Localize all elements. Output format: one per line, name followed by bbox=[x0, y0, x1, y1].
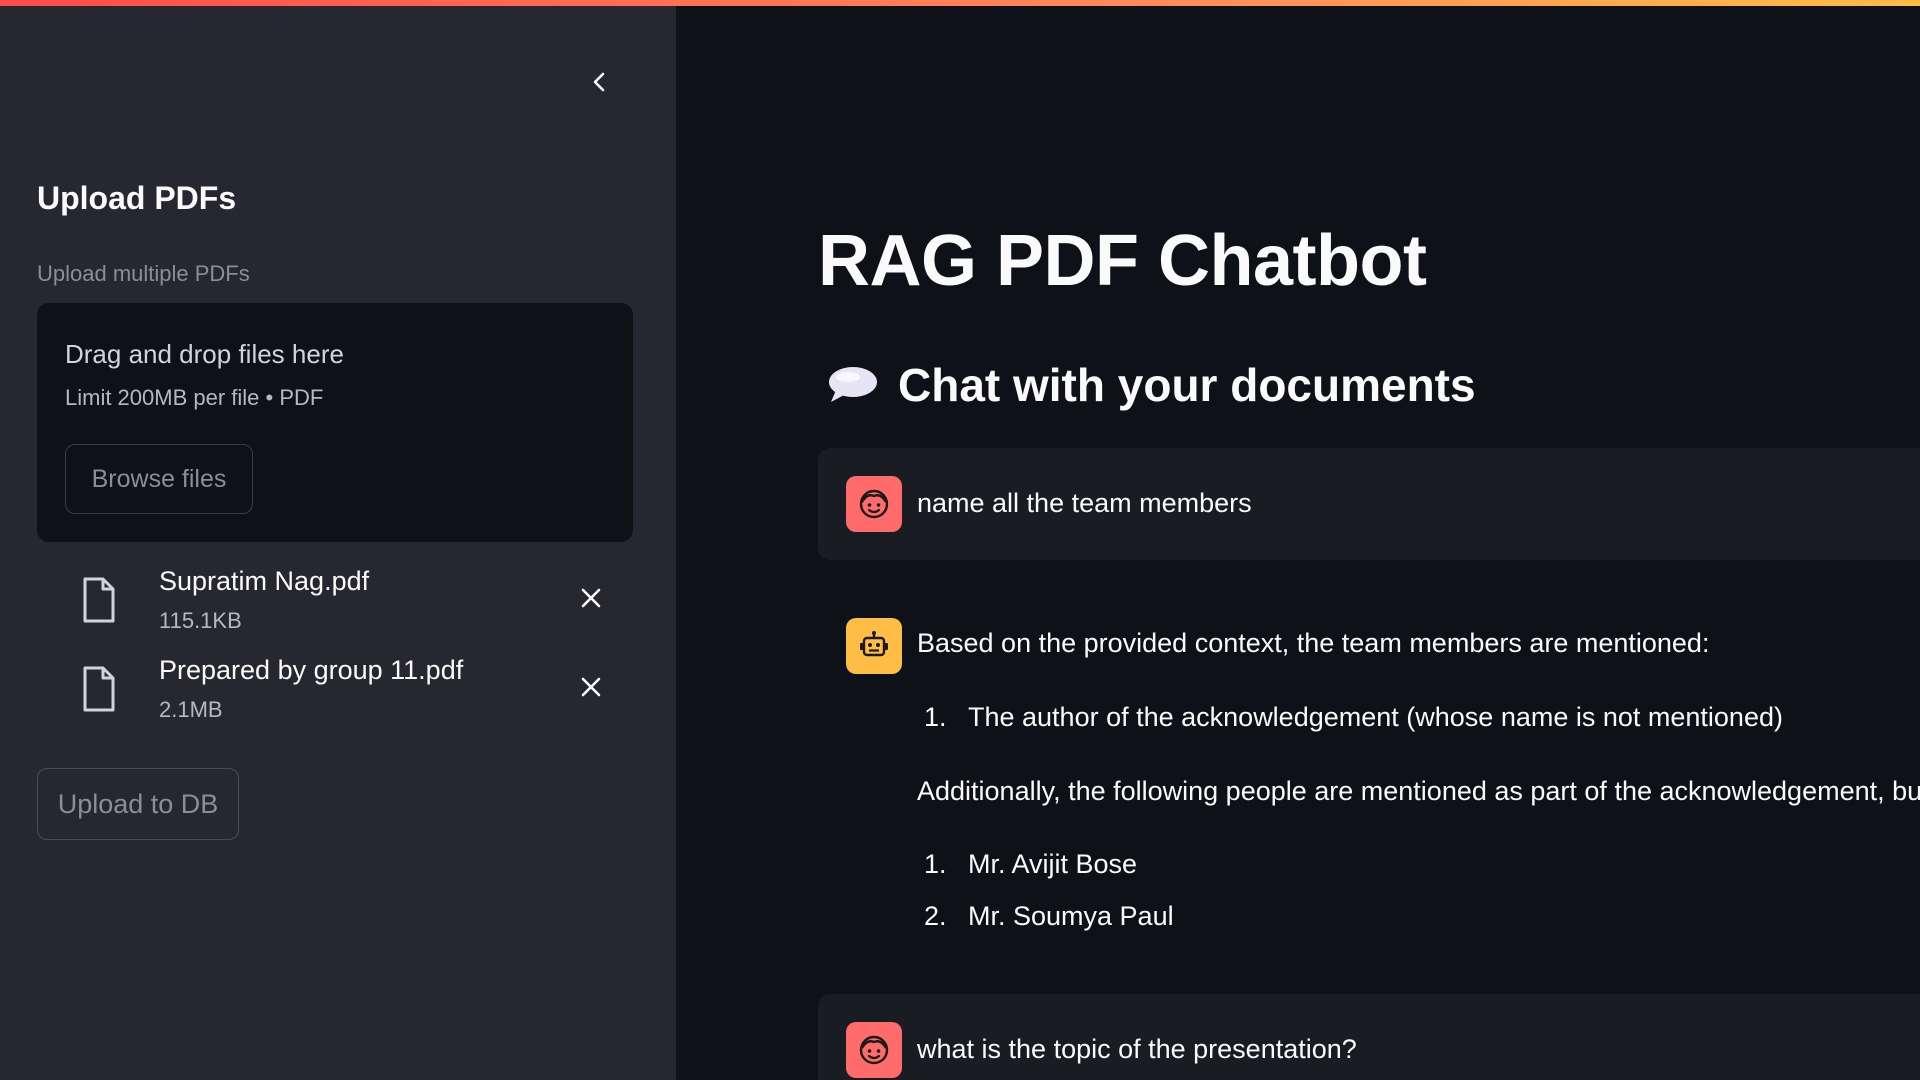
remove-file-button[interactable] bbox=[571, 578, 611, 618]
file-icon bbox=[83, 666, 115, 712]
message-text: name all the team members bbox=[917, 488, 1252, 518]
assistant-intro: Based on the provided context, the team … bbox=[917, 628, 1710, 658]
close-icon bbox=[581, 677, 601, 697]
chat-subheader: Chat with your documents bbox=[826, 358, 1476, 412]
uploaded-file-item: Supratim Nag.pdf 115.1KB bbox=[37, 566, 633, 646]
list-number: 2. bbox=[924, 901, 947, 931]
chat-message-user: what is the topic of the presentation? bbox=[818, 994, 1920, 1080]
file-icon bbox=[83, 577, 115, 623]
collapse-sidebar-button[interactable] bbox=[582, 64, 618, 100]
chat-message-assistant: Based on the provided context, the team … bbox=[818, 590, 1920, 970]
close-icon bbox=[581, 588, 601, 608]
user-face-icon bbox=[859, 489, 889, 519]
file-name: Prepared by group 11.pdf bbox=[159, 655, 464, 685]
file-name: Supratim Nag.pdf bbox=[159, 566, 370, 596]
upload-to-db-button[interactable]: Upload to DB bbox=[37, 768, 239, 840]
chat-message-user: name all the team members bbox=[818, 448, 1920, 560]
list-number: 1. bbox=[924, 849, 947, 879]
chat-subtitle: Chat with your documents bbox=[898, 359, 1476, 411]
user-avatar bbox=[846, 476, 902, 532]
chevron-left-icon bbox=[593, 72, 605, 92]
message-text: what is the topic of the presentation? bbox=[917, 1034, 1357, 1064]
page-title: RAG PDF Chatbot bbox=[818, 221, 1427, 301]
sidebar-heading: Upload PDFs bbox=[37, 180, 237, 216]
remove-file-button[interactable] bbox=[571, 667, 611, 707]
file-dropzone[interactable]: Drag and drop files here Limit 200MB per… bbox=[37, 303, 633, 542]
list-item-text: The author of the acknowledgement (whose… bbox=[968, 702, 1783, 732]
list-number: 1. bbox=[924, 702, 947, 732]
dropzone-limit: Limit 200MB per file • PDF bbox=[65, 385, 324, 410]
file-size: 2.1MB bbox=[159, 697, 223, 722]
main-content: RAG PDF Chatbot Chat with your documents… bbox=[676, 6, 1920, 1080]
sidebar: Upload PDFs Upload multiple PDFs Drag an… bbox=[0, 6, 676, 1080]
file-size: 115.1KB bbox=[159, 608, 242, 633]
list-item-text: Mr. Soumya Paul bbox=[968, 901, 1174, 931]
robot-icon bbox=[860, 631, 888, 657]
user-face-icon bbox=[859, 1035, 889, 1065]
assistant-avatar bbox=[846, 618, 902, 674]
dropzone-title: Drag and drop files here bbox=[65, 339, 344, 369]
user-avatar bbox=[846, 1022, 902, 1078]
list-item-text: Mr. Avijit Bose bbox=[968, 849, 1138, 879]
uploaded-file-item: Prepared by group 11.pdf 2.1MB bbox=[37, 655, 633, 735]
browse-files-button[interactable]: Browse files bbox=[65, 444, 253, 514]
assistant-middle-text: Additionally, the following people are m… bbox=[917, 776, 1920, 806]
uploader-label: Upload multiple PDFs bbox=[37, 261, 250, 286]
speech-bubble-icon bbox=[829, 367, 877, 402]
top-decoration-bar bbox=[0, 0, 1920, 6]
